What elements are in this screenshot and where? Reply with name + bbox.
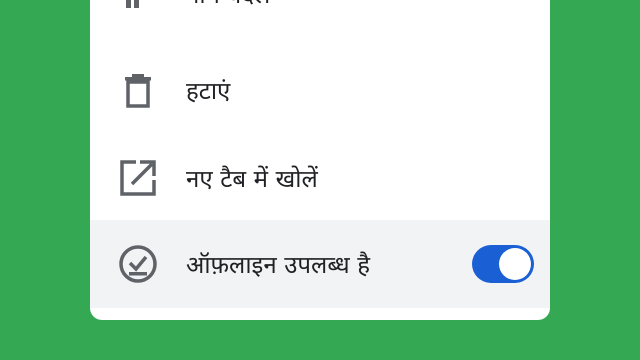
menu-item-rename[interactable]: नाम बदलें: [90, 0, 550, 38]
toggle-knob: [499, 248, 531, 280]
open-in-new-tab-icon: [118, 158, 158, 198]
rename-icon: [118, 0, 158, 14]
menu-item-open-new-tab[interactable]: नए टैब में खोलें: [90, 134, 550, 222]
menu-item-label: हटाएं: [186, 76, 231, 105]
offline-pin-icon: [118, 244, 158, 284]
menu-item-label: नए टैब में खोलें: [186, 164, 318, 193]
context-menu-sheet: नाम बदलें हटाएं नए टैब में खोलें: [90, 0, 550, 320]
trash-icon: [118, 70, 158, 110]
menu-item-label: ऑफ़लाइन उपलब्ध है: [186, 250, 371, 279]
offline-toggle[interactable]: [472, 245, 534, 283]
menu-item-available-offline[interactable]: ऑफ़लाइन उपलब्ध है: [90, 220, 550, 308]
menu-item-label: नाम बदलें: [186, 0, 270, 11]
menu-item-delete[interactable]: हटाएं: [90, 46, 550, 134]
